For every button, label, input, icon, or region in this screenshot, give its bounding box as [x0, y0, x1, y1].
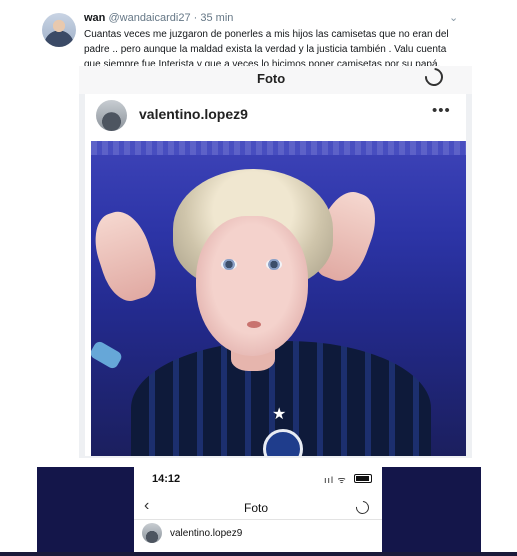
- status-bar-time: 14:12: [152, 473, 181, 485]
- back-arrow-icon: ‹: [144, 497, 150, 514]
- photo-eye: [266, 259, 282, 270]
- refresh-icon: [421, 66, 447, 90]
- tweet-header: wan @wandaicardi27 · 35 min: [84, 12, 233, 24]
- photo-left-hand: [91, 205, 164, 307]
- battery-icon: [354, 474, 372, 483]
- screenshot-2-title: Foto: [244, 501, 269, 515]
- screenshot-nav-bar: Foto: [79, 66, 472, 94]
- divider: [134, 519, 382, 520]
- photo-background: [91, 141, 466, 155]
- post-author-avatar: [142, 523, 162, 543]
- tweet-author-handle[interactable]: @wandaicardi27: [108, 12, 190, 24]
- post-author-username: valentino.lopez9: [170, 528, 243, 539]
- tweet-separator: ·: [190, 12, 201, 24]
- chevron-down-icon[interactable]: ⌄: [449, 11, 458, 24]
- photo-wristband: [91, 339, 124, 371]
- user-avatar[interactable]: [42, 13, 76, 47]
- post-header: valentino.lopez9 •••: [85, 94, 466, 142]
- tweet-time[interactable]: 35 min: [200, 12, 233, 24]
- refresh-icon: [353, 498, 372, 517]
- instagram-post: valentino.lopez9 ••• ★: [85, 94, 466, 456]
- more-options-icon: •••: [432, 102, 451, 119]
- attached-screenshot-2[interactable]: 14:12 ııl ᯤ ‹ Foto valentino.lopez9: [134, 467, 382, 552]
- photo-face: [196, 216, 308, 356]
- star-icon: ★: [272, 406, 287, 423]
- attached-screenshot[interactable]: Foto valentino.lopez9 ••• ★: [79, 66, 472, 458]
- screenshot-title: Foto: [257, 71, 286, 86]
- photo-mouth: [247, 321, 261, 328]
- post-author-avatar: [96, 100, 127, 131]
- post-author-username: valentino.lopez9: [139, 106, 248, 122]
- post-photo: ★: [91, 141, 466, 456]
- tweet-author-name[interactable]: wan: [84, 12, 105, 24]
- signal-wifi-icon: ııl ᯤ: [324, 475, 347, 485]
- bottom-edge: [0, 552, 517, 556]
- photo-eye: [221, 259, 237, 270]
